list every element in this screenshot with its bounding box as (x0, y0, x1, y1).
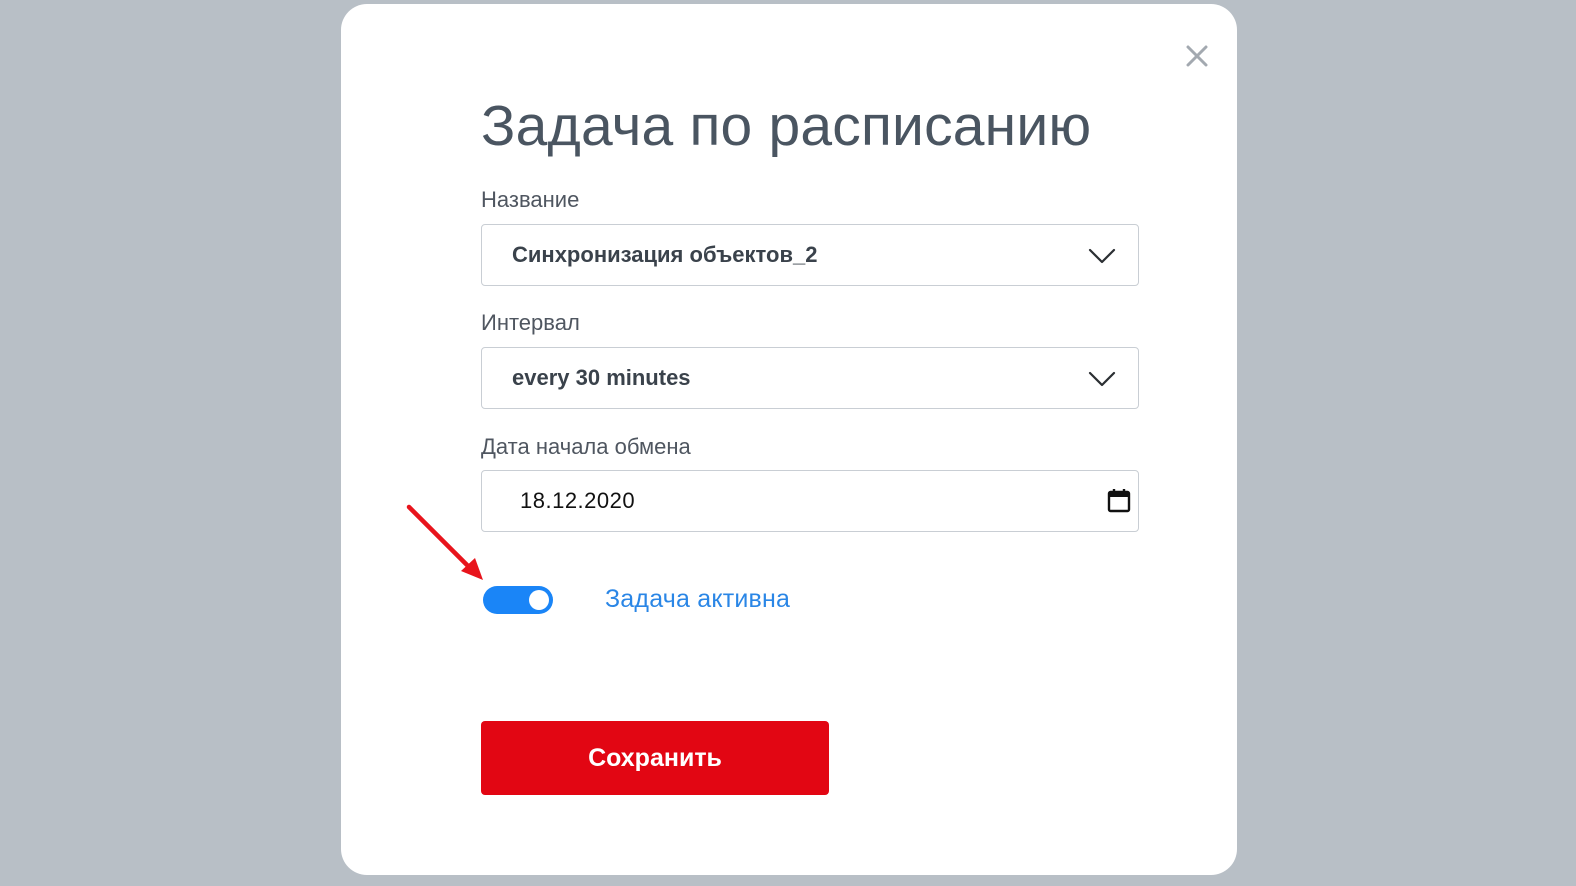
toggle-knob (529, 590, 549, 610)
chevron-down-icon (1088, 371, 1116, 387)
schedule-task-modal: Задача по расписанию Название Синхрониза… (341, 4, 1237, 875)
interval-select-value: every 30 minutes (512, 365, 691, 390)
active-toggle-label[interactable]: Задача активна (605, 584, 790, 614)
name-select[interactable]: Синхронизация объектов_2 (481, 224, 1139, 286)
start-date-input[interactable]: 18.12.2020 (481, 470, 1139, 532)
save-button[interactable]: Сохранить (481, 721, 829, 795)
close-icon (1186, 45, 1208, 67)
interval-select[interactable]: every 30 minutes (481, 347, 1139, 409)
start-date-label: Дата начала обмена (481, 434, 691, 459)
calendar-icon[interactable] (1106, 487, 1132, 515)
name-select-value: Синхронизация объектов_2 (512, 242, 818, 267)
name-label: Название (481, 187, 580, 212)
modal-title: Задача по расписанию (481, 94, 1092, 158)
active-toggle[interactable] (483, 586, 553, 614)
close-button[interactable] (1181, 40, 1213, 72)
chevron-down-icon (1088, 248, 1116, 264)
interval-label: Интервал (481, 310, 580, 335)
start-date-value: 18.12.2020 (520, 488, 636, 513)
